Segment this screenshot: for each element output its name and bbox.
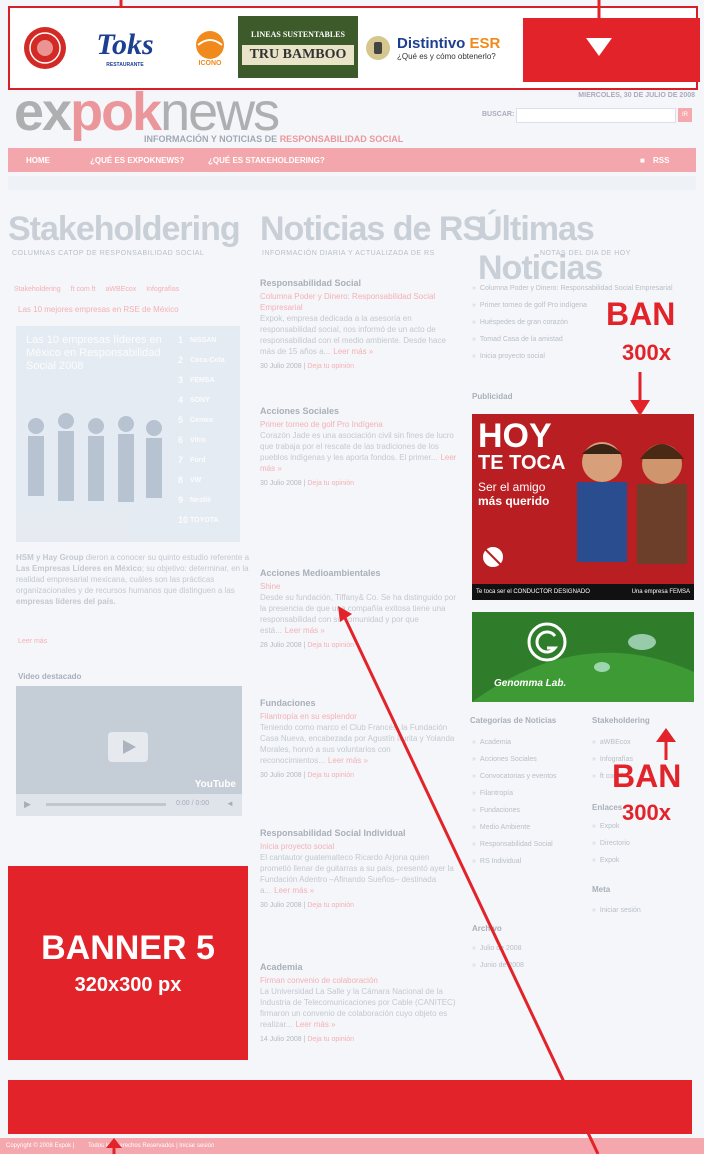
arrow-long-diagonal bbox=[343, 617, 600, 1154]
annotation-arrows bbox=[106, 0, 676, 1154]
arrow-bottom-left-head bbox=[106, 1138, 122, 1148]
arrow-banner-right-1-head bbox=[630, 400, 650, 416]
arrow-banner-right-2-head bbox=[656, 728, 676, 742]
arrow-top-right-head-inner bbox=[588, 40, 610, 54]
